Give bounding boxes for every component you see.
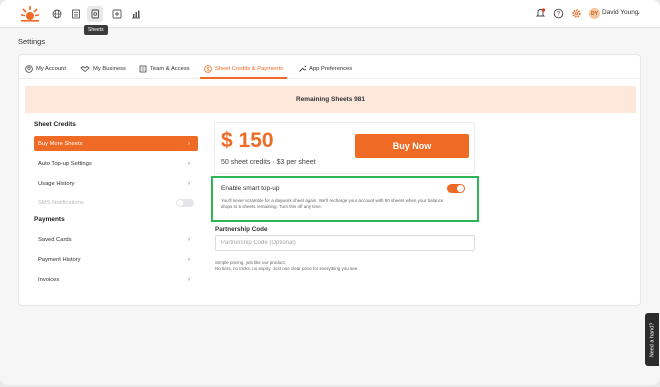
tab-label: Team & Access xyxy=(150,66,190,72)
partnership-code-input[interactable] xyxy=(215,235,475,251)
sidebar-item-label: Invoices xyxy=(38,276,60,283)
tab-team-access[interactable]: Team & Access xyxy=(139,65,190,73)
remaining-sheets-text: Remaining Sheets 981 xyxy=(296,96,365,103)
gear-icon[interactable] xyxy=(571,8,582,19)
add-sheet-icon[interactable] xyxy=(111,8,123,20)
sidebar-item-label: Usage History xyxy=(38,180,75,187)
document-list-icon[interactable] xyxy=(70,8,82,20)
price-description: 50 sheet credits · $3 per sheet xyxy=(221,159,316,166)
sidebar-item-label: Payment History xyxy=(38,256,81,263)
remaining-sheets-banner: Remaining Sheets 981 xyxy=(25,86,636,113)
need-a-hand-label: Need a hand? xyxy=(649,322,655,357)
tab-my-business[interactable]: My Business xyxy=(80,65,126,73)
chevron-right-icon: › xyxy=(188,236,190,243)
user-icon xyxy=(25,65,33,73)
partnership-code-label: Partnership Code xyxy=(215,226,268,233)
chevron-right-icon: › xyxy=(188,140,190,147)
sidebar-item-sms-notifications: SMS Notifications xyxy=(34,195,198,210)
sidebar-item-payment-history[interactable]: Payment History › xyxy=(34,252,198,267)
buy-now-button[interactable]: Buy Now xyxy=(355,134,469,158)
tab-label: My Business xyxy=(93,66,126,72)
top-navigation-bar: Sheets ? DY David Young ⌄ xyxy=(0,0,660,35)
help-icon[interactable]: ? xyxy=(553,8,564,19)
tab-label: App Preferences xyxy=(309,66,353,72)
brand-logo-icon[interactable] xyxy=(20,5,40,23)
tab-sheet-credits-payments[interactable]: $ Sheet Credits & Payments xyxy=(204,65,283,73)
sidebar-item-label: Buy More Sheets xyxy=(38,140,83,147)
svg-text:?: ? xyxy=(557,12,561,18)
sheets-tooltip: Sheets xyxy=(84,25,108,35)
dollar-icon: $ xyxy=(204,65,212,73)
purchase-box: $ 150 50 sheet credits · $3 per sheet Bu… xyxy=(214,122,475,174)
active-tab-indicator xyxy=(200,77,287,79)
sheets-icon[interactable] xyxy=(87,6,103,22)
chevron-right-icon: › xyxy=(188,276,190,283)
tab-label: My Account xyxy=(36,66,66,72)
settings-card: My Account My Business Team & Access $ S… xyxy=(18,54,641,306)
pricing-note: Simple pricing, just like our product. N… xyxy=(215,260,358,272)
page-title: Settings xyxy=(18,37,46,46)
smart-topup-description: You'll never scramble for a daywork shee… xyxy=(221,198,444,209)
tab-label: Sheet Credits & Payments xyxy=(215,66,283,72)
need-a-hand-button[interactable]: Need a hand? xyxy=(645,313,659,366)
price-amount: $ 150 xyxy=(221,129,274,152)
svg-text:$: $ xyxy=(207,67,210,73)
chevron-right-icon: › xyxy=(188,256,190,263)
bell-icon[interactable] xyxy=(535,8,546,19)
globe-icon[interactable] xyxy=(51,8,63,20)
avatar[interactable]: DY xyxy=(589,8,600,19)
tab-my-account[interactable]: My Account xyxy=(25,65,66,73)
smart-topup-panel: Enable smart top-up You'll never scrambl… xyxy=(211,176,479,222)
sidebar-item-label: Saved Cards xyxy=(38,236,72,243)
pricing-note-line: No tiers, no tricks, no expiry. Just one… xyxy=(215,266,359,271)
chevron-right-icon: › xyxy=(188,160,190,167)
handshake-icon xyxy=(80,66,90,73)
smart-topup-toggle[interactable] xyxy=(447,184,465,193)
sidebar-item-auto-topup-settings[interactable]: Auto Top-up Settings › xyxy=(34,156,198,171)
sidebar-item-label: Auto Top-up Settings xyxy=(38,160,92,167)
wrench-icon xyxy=(299,65,306,72)
user-name[interactable]: David Young xyxy=(602,9,639,16)
sms-notifications-toggle xyxy=(176,198,194,207)
smart-topup-title: Enable smart top-up xyxy=(221,185,280,192)
chevron-down-icon[interactable]: ⌄ xyxy=(636,9,641,16)
settings-tabs: My Account My Business Team & Access $ S… xyxy=(19,55,640,79)
tab-app-preferences[interactable]: App Preferences xyxy=(298,65,352,73)
app-window: Sheets ? DY David Young ⌄ Settings My Ac… xyxy=(0,0,660,385)
chevron-right-icon: › xyxy=(188,180,190,187)
sheet-credits-heading: Sheet Credits xyxy=(34,121,76,128)
sidebar-item-saved-cards[interactable]: Saved Cards › xyxy=(34,232,198,247)
chart-icon[interactable] xyxy=(130,8,142,20)
sidebar-item-label: SMS Notifications xyxy=(38,199,84,206)
sidebar-item-invoices[interactable]: Invoices › xyxy=(34,272,198,287)
sidebar-item-buy-more-sheets[interactable]: Buy More Sheets › xyxy=(34,136,198,151)
sidebar-item-usage-history[interactable]: Usage History › xyxy=(34,176,198,191)
team-icon xyxy=(139,65,147,73)
payments-heading: Payments xyxy=(34,216,65,223)
